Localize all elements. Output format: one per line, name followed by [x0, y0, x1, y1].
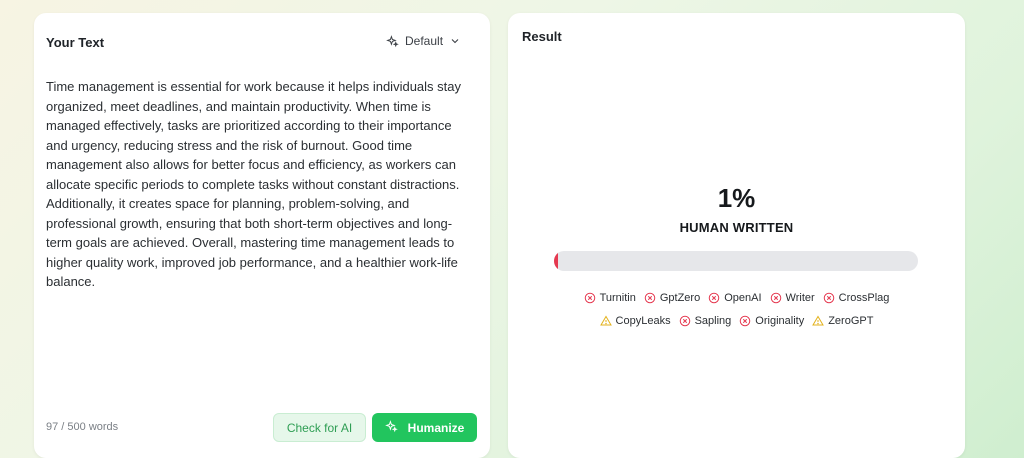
x-circle-icon	[739, 315, 751, 327]
warning-icon	[599, 315, 612, 327]
score-value: 1%	[717, 183, 756, 213]
detector-row: Turnitin GptZero OpenAI Writer CrossPlag	[508, 292, 965, 304]
word-count: 97 / 500 words	[46, 421, 119, 433]
detector-copyleaks: CopyLeaks	[599, 315, 671, 327]
detector-label: Originality	[755, 315, 805, 327]
x-circle-icon	[679, 315, 691, 327]
mode-dropdown[interactable]: Default	[386, 34, 461, 48]
detector-openai: OpenAI	[708, 292, 762, 304]
panel-title: Your Text	[46, 35, 105, 50]
detector-originality: Originality	[739, 315, 804, 327]
detector-label: Turnitin	[599, 292, 636, 304]
score-label: HUMAN WRITTEN	[679, 220, 794, 235]
detector-zerogpt: ZeroGPT	[812, 315, 873, 327]
chevron-down-icon	[449, 35, 461, 47]
detector-writer: Writer	[770, 292, 815, 304]
sparkle-icon	[384, 419, 398, 436]
detector-label: OpenAI	[724, 292, 762, 304]
check-ai-button[interactable]: Check for AI	[273, 413, 366, 442]
check-ai-label: Check for AI	[286, 420, 353, 435]
sparkle-icon	[386, 34, 399, 48]
detector-row: CopyLeaks Sapling Originality ZeroGPT	[508, 315, 965, 327]
detector-sapling: Sapling	[679, 315, 732, 327]
warning-icon	[812, 315, 825, 327]
detector-label: ZeroGPT	[828, 315, 874, 327]
detector-label: GptZero	[659, 292, 701, 304]
x-circle-icon	[708, 292, 720, 304]
x-circle-icon	[644, 292, 656, 304]
progress-bar	[554, 251, 918, 271]
progress-fill	[554, 251, 559, 271]
input-panel: Your Text Default Time management is ess…	[34, 13, 490, 458]
detector-label: Sapling	[694, 315, 732, 327]
detector-turnitin: Turnitin	[584, 292, 636, 304]
text-input[interactable]: Time management is essential for work be…	[46, 77, 472, 292]
detector-gptzero: GptZero	[644, 292, 700, 304]
detector-label: Writer	[785, 292, 815, 304]
humanize-button[interactable]: Humanize	[372, 413, 477, 442]
result-panel: Result 1% HUMAN WRITTEN Turnitin GptZero O…	[508, 13, 965, 458]
detector-label: CopyLeaks	[615, 315, 671, 327]
x-circle-icon	[823, 292, 835, 304]
detector-crossplag: CrossPlag	[823, 292, 890, 304]
panel-title: Result	[522, 29, 562, 44]
x-circle-icon	[770, 292, 782, 304]
x-circle-icon	[584, 292, 596, 304]
detector-label: CrossPlag	[838, 292, 890, 304]
humanize-label: Humanize	[407, 420, 465, 435]
mode-label: Default	[405, 34, 444, 48]
